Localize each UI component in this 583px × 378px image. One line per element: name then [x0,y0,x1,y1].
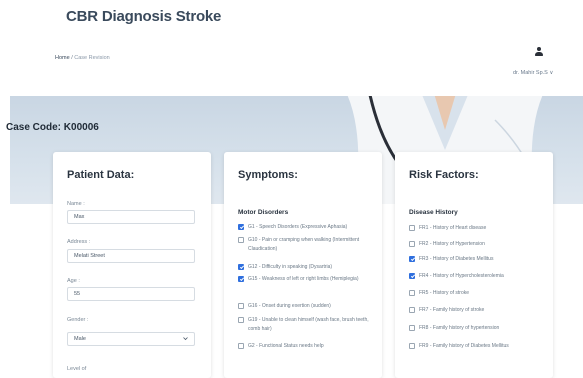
checkbox[interactable] [409,225,415,231]
motor-disorders-heading: Motor Disorders [238,209,289,216]
risk-factor-item-label: FR3 - History of Diabetes Mellitus [419,256,494,262]
chevron-down-icon [183,337,188,341]
checkbox-checked[interactable] [409,256,415,262]
breadcrumb-home-link[interactable]: Home [55,55,70,61]
checkbox-checked[interactable] [238,264,244,270]
breadcrumb-current: Case Revision [74,55,110,61]
gender-label: Gender : [67,317,89,323]
checkbox[interactable] [409,343,415,349]
risk-factor-item-label: FR4 - History of Hypercholesterolemia [419,273,504,279]
risk-factor-item-label: FR7 - Family history of stroke [419,307,485,313]
symptom-checkbox-item[interactable]: G16 - Onset during exertion (sudden) [238,302,376,311]
symptom-checkbox-item[interactable]: G12 - Difficulty in speaking (Dysartria) [238,263,376,272]
risk-factor-checkbox-item[interactable]: FR3 - History of Diabetes Mellitus [409,255,547,264]
disease-history-heading: Disease History [409,209,458,216]
symptom-checkbox-item[interactable]: G19 - Unable to clean himself (wash face… [238,316,376,334]
checkbox[interactable] [409,307,415,313]
risk-factor-item-label: FR8 - Family history of hypertension [419,325,500,331]
risk-factor-checkbox-item[interactable]: FR1 - History of Heart disease [409,224,547,233]
symptom-item-label: G10 - Pain or cramping when walking (Int… [248,237,360,252]
patient-data-card: Patient Data: Name : Max Address : Melat… [53,152,211,378]
age-field[interactable]: 55 [67,287,195,301]
risk-factor-checkbox-item[interactable]: FR9 - Family history of Diabetes Mellitu… [409,342,547,351]
gender-select[interactable]: Male [67,332,195,346]
user-menu[interactable]: dr. Mahir Sp.S ∨ [513,70,553,76]
risk-factors-card: Risk Factors: Disease History FR1 - Hist… [395,152,553,378]
patient-data-title: Patient Data: [67,169,135,181]
checkbox[interactable] [238,317,244,323]
symptom-item-label: G15 - Weakness of left or right limbs (H… [248,276,359,282]
risk-factor-item-label: FR5 - History of stroke [419,290,470,296]
symptom-item-label: G16 - Onset during exertion (sudden) [248,303,331,309]
symptom-checkbox-item[interactable]: G2 - Functional Status needs help [238,342,376,351]
risk-factor-item-label: FR9 - Family history of Diabetes Mellitu… [419,343,509,349]
risk-factor-item-label: FR1 - History of Heart disease [419,225,487,231]
symptom-item-label: G1 - Speech Disorders (Expressive Aphasi… [248,224,348,230]
name-label: Name : [67,201,85,207]
breadcrumb: Home / Case Revision [55,55,110,61]
checkbox[interactable] [238,303,244,309]
checkbox-checked[interactable] [238,224,244,230]
symptom-checkbox-item[interactable]: G15 - Weakness of left or right limbs (H… [238,275,376,284]
checkbox[interactable] [409,325,415,331]
checkbox[interactable] [238,343,244,349]
risk-factors-title: Risk Factors: [409,169,479,181]
address-label: Address : [67,239,91,245]
risk-factor-item-label: FR2 - History of Hypertension [419,241,485,247]
symptom-checkbox-item[interactable]: G1 - Speech Disorders (Expressive Aphasi… [238,223,376,232]
case-code: Case Code: K00006 [6,122,99,133]
checkbox-checked[interactable] [238,276,244,282]
age-label: Age : [67,278,80,284]
gender-value: Male [74,336,86,342]
risk-factor-checkbox-item[interactable]: FR5 - History of stroke [409,289,547,298]
risk-factor-checkbox-item[interactable]: FR8 - Family history of hypertension [409,324,547,333]
checkbox[interactable] [238,237,244,243]
app-title: CBR Diagnosis Stroke [66,8,222,25]
symptoms-card: Symptoms: Motor Disorders G1 - Speech Di… [224,152,382,378]
risk-factor-checkbox-item[interactable]: FR7 - Family history of stroke [409,306,547,315]
checkbox[interactable] [409,290,415,296]
symptom-item-label: G19 - Unable to clean himself (wash face… [248,317,369,332]
symptom-checkbox-item[interactable]: G10 - Pain or cramping when walking (Int… [238,236,376,254]
risk-factor-checkbox-item[interactable]: FR4 - History of Hypercholesterolemia [409,272,547,281]
symptom-item-label: G2 - Functional Status needs help [248,343,324,349]
user-icon[interactable] [535,47,543,57]
symptoms-title: Symptoms: [238,169,298,181]
symptom-item-label: G12 - Difficulty in speaking (Dysartria) [248,264,333,270]
checkbox[interactable] [409,241,415,247]
level-label: Level of [67,366,87,372]
checkbox-checked[interactable] [409,273,415,279]
address-field[interactable]: Melati Street [67,249,195,263]
risk-factor-checkbox-item[interactable]: FR2 - History of Hypertension [409,240,547,249]
name-field[interactable]: Max [67,210,195,224]
